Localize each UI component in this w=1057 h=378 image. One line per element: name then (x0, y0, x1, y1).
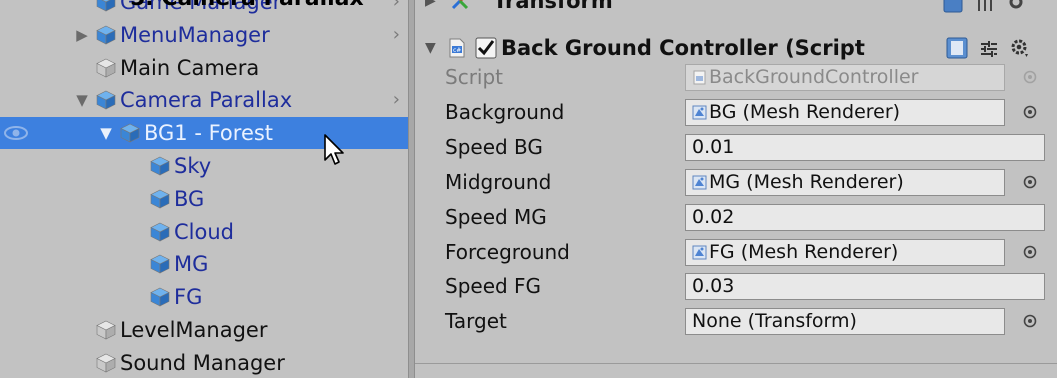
gameobject-cube-icon (96, 320, 116, 340)
property-label: Background (445, 99, 565, 124)
foldout-arrow-icon[interactable]: ▼ (98, 117, 114, 149)
hierarchy-item-label: BG1 - Forest (144, 121, 274, 146)
hierarchy-panel: Game Manager › ▶ MenuManager › Main Camera ▼ Ca… (0, 0, 408, 378)
property-label: Speed FG (445, 274, 542, 299)
prefab-cube-icon (150, 189, 170, 209)
hierarchy-item[interactable]: LevelManager (0, 314, 408, 346)
property-row: Speed MG 0.02 (415, 200, 1057, 235)
script-file-icon (693, 70, 706, 85)
foldout-arrow-icon[interactable]: ▶ (425, 0, 436, 18)
help-book-icon[interactable] (942, 0, 964, 14)
gameobject-cube-icon (96, 353, 116, 373)
field-value: BackGroundController (709, 66, 919, 88)
hierarchy-item[interactable]: Sound Manager (0, 347, 408, 378)
hierarchy-item[interactable]: Cloud (0, 216, 408, 248)
help-book-icon[interactable] (946, 37, 968, 59)
field-value: MG (Mesh Renderer) (709, 170, 904, 193)
prefab-cube-icon (96, 0, 116, 12)
object-picker-icon[interactable] (1022, 313, 1038, 329)
object-field[interactable]: MG (Mesh Renderer) (685, 168, 1005, 196)
gear-icon[interactable] (1006, 0, 1028, 14)
foldout-arrow-icon[interactable]: ▼ (74, 84, 90, 116)
object-picker-icon[interactable] (1022, 244, 1038, 260)
property-row: Background BG (Mesh Renderer) (415, 95, 1057, 130)
hierarchy-item-label: Sound Manager (120, 350, 285, 375)
prefab-cube-icon (150, 255, 170, 274)
property-label: Speed MG (445, 204, 547, 229)
hierarchy-item[interactable]: BG (0, 183, 408, 215)
preset-sliders-icon[interactable] (978, 38, 1000, 60)
field-value: FG (Mesh Renderer) (709, 240, 899, 263)
open-prefab-chevron-icon[interactable]: › (393, 84, 400, 116)
overlay-title: 5. Camera Parallax (130, 0, 364, 11)
field-value: 0.03 (692, 275, 735, 298)
enabled-checkbox[interactable] (475, 37, 497, 59)
hierarchy-item[interactable]: MG (0, 248, 408, 280)
mesh-renderer-icon (692, 245, 707, 259)
preset-sliders-icon[interactable] (974, 0, 996, 14)
transform-component-header[interactable]: ▶ Transform (415, 0, 1057, 18)
hierarchy-item-label: MenuManager (120, 22, 270, 47)
object-picker-icon[interactable] (1022, 174, 1038, 190)
number-field[interactable]: 0.03 (685, 273, 1045, 301)
prefab-cube-icon (96, 25, 116, 45)
object-field[interactable]: None (Transform) (685, 308, 1005, 336)
mesh-renderer-icon (692, 105, 707, 120)
hierarchy-item[interactable]: ▶ MenuManager › (0, 19, 408, 51)
number-field[interactable]: 0.02 (685, 203, 1045, 231)
transform-icon (451, 0, 469, 10)
open-prefab-chevron-icon[interactable]: › (393, 0, 400, 18)
prefab-cube-icon (120, 123, 140, 143)
gameobject-cube-icon (96, 58, 116, 78)
property-row: Script BackGroundController (415, 60, 1057, 95)
inspector-panel: ▶ Transform ▼ c# Back Ground Controller … (415, 0, 1057, 378)
hierarchy-item-label: Sky (174, 154, 212, 178)
hierarchy-item-label: Cloud (174, 219, 234, 244)
field-value: 0.01 (692, 135, 735, 158)
field-value: None (Transform) (692, 310, 857, 333)
object-field[interactable]: BG (Mesh Renderer) (685, 98, 1005, 126)
hierarchy-item[interactable]: Main Camera (0, 52, 408, 84)
prefab-cube-icon (96, 91, 116, 110)
property-row: Target None (Transform) (415, 304, 1057, 339)
prefab-cube-icon (150, 156, 170, 176)
hierarchy-item[interactable]: ▼ Camera Parallax › (0, 84, 408, 116)
prefab-cube-icon (150, 222, 170, 242)
hierarchy-item-label: Camera Parallax (120, 88, 293, 113)
property-label: Script (445, 65, 504, 89)
svg-text:c#: c# (453, 47, 461, 54)
property-row: Speed FG 0.03 (415, 269, 1057, 304)
hierarchy-item-label: FG (174, 285, 203, 310)
hierarchy-item-label: LevelManager (120, 318, 268, 342)
property-row: Forceground FG (Mesh Renderer) (415, 235, 1057, 270)
script-file-icon: c# (449, 38, 465, 58)
transform-title: Transform (493, 0, 613, 13)
hierarchy-item-label: MG (174, 252, 209, 277)
gear-icon[interactable] (1009, 37, 1031, 59)
panel-splitter[interactable] (408, 0, 415, 378)
prefab-cube-icon (150, 287, 170, 307)
property-row: Speed BG 0.01 (415, 130, 1057, 165)
open-prefab-chevron-icon[interactable]: › (393, 19, 400, 51)
number-field[interactable]: 0.01 (685, 133, 1045, 161)
component-separator (415, 363, 1057, 364)
object-picker-icon[interactable] (1022, 104, 1038, 120)
hierarchy-item[interactable]: FG (0, 281, 408, 313)
property-label: Midground (445, 169, 552, 194)
field-value: BG (Mesh Renderer) (709, 100, 901, 123)
property-row: Midground MG (Mesh Renderer) (415, 165, 1057, 200)
property-label: Forceground (445, 239, 570, 264)
property-label: Target (445, 309, 507, 334)
property-label: Speed BG (445, 134, 543, 159)
mouse-cursor-icon (324, 134, 344, 165)
field-value: 0.02 (692, 205, 735, 228)
mesh-renderer-icon (692, 175, 707, 190)
visibility-eye-icon[interactable] (3, 123, 29, 143)
object-field: BackGroundController (685, 64, 1005, 91)
hierarchy-item-label: Main Camera (120, 55, 260, 80)
hierarchy-item-label: BG (174, 186, 205, 211)
object-picker-icon (1023, 70, 1037, 84)
object-field[interactable]: FG (Mesh Renderer) (685, 238, 1005, 266)
foldout-arrow-icon[interactable]: ▶ (74, 19, 90, 51)
